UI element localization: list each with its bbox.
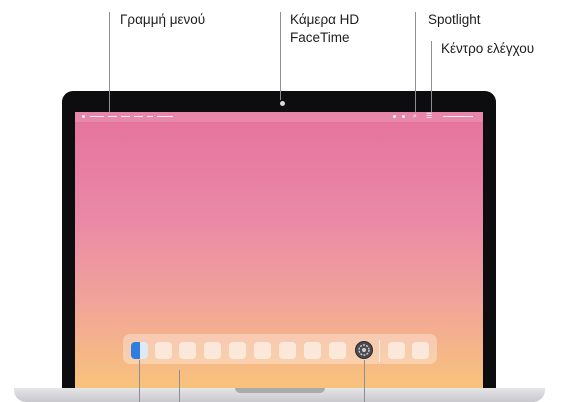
dock-app-icon[interactable] bbox=[412, 342, 429, 359]
wifi-icon[interactable] bbox=[402, 115, 405, 118]
dock-app-icon[interactable] bbox=[329, 342, 346, 359]
camera-callout-line2: FaceTime bbox=[290, 30, 350, 45]
menu-bar: ⌕ ☰ bbox=[75, 112, 483, 122]
menu-bar-item[interactable] bbox=[147, 116, 153, 117]
control-center-callout: Κέντρο ελέγχου bbox=[441, 41, 535, 56]
dock-app-icon[interactable] bbox=[254, 342, 271, 359]
laptop-base-notch bbox=[235, 388, 325, 393]
finder-icon[interactable] bbox=[131, 342, 148, 359]
dock-app-icon[interactable] bbox=[179, 342, 196, 359]
camera-icon bbox=[280, 101, 285, 106]
dock-app-icon[interactable] bbox=[388, 342, 405, 359]
dock-leader bbox=[179, 370, 180, 402]
gear-icon[interactable] bbox=[355, 341, 373, 359]
menu-bar-clock bbox=[443, 116, 473, 117]
menu-bar-item[interactable] bbox=[121, 116, 130, 117]
control-center-icon[interactable]: ☰ bbox=[426, 112, 432, 122]
status-icon[interactable] bbox=[393, 115, 396, 118]
dock-app-icon[interactable] bbox=[304, 342, 321, 359]
screen: ⌕ ☰ bbox=[75, 112, 483, 388]
dock-app-icon[interactable] bbox=[279, 342, 296, 359]
finder-leader bbox=[139, 360, 140, 402]
spotlight-leader bbox=[415, 12, 416, 112]
spotlight-callout: Spotlight bbox=[428, 12, 481, 27]
control-center-leader bbox=[431, 41, 432, 112]
menu-bar-leader bbox=[109, 12, 110, 112]
menu-bar-callout: Γραμμή μενού bbox=[120, 12, 206, 27]
dock-app-icon[interactable] bbox=[204, 342, 221, 359]
menu-bar-item[interactable] bbox=[134, 116, 143, 117]
dock-separator bbox=[379, 340, 380, 362]
dock-app-icon[interactable] bbox=[155, 342, 172, 359]
dock-app-icon[interactable] bbox=[229, 342, 246, 359]
menu-bar-item[interactable] bbox=[108, 116, 117, 117]
menu-bar-item[interactable] bbox=[157, 116, 173, 117]
settings-leader bbox=[364, 360, 365, 402]
apple-icon[interactable] bbox=[82, 115, 85, 118]
camera-leader bbox=[280, 12, 281, 100]
menu-bar-item[interactable] bbox=[90, 116, 104, 117]
search-icon[interactable]: ⌕ bbox=[413, 112, 417, 122]
camera-callout-line1: Κάμερα HD bbox=[290, 12, 360, 27]
gear-icon-glyph bbox=[358, 344, 370, 356]
